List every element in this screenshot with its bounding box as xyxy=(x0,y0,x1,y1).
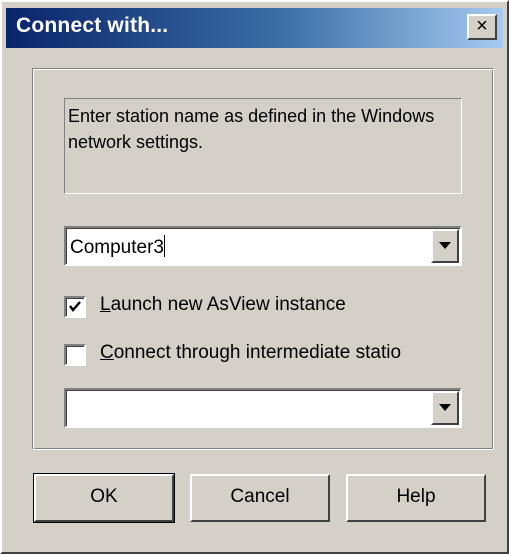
launch-instance-mnemonic: L xyxy=(100,294,111,315)
title-bar[interactable]: Connect with... × xyxy=(6,8,503,48)
intermediate-station-mnemonic: C xyxy=(100,342,114,363)
checkmark-icon xyxy=(69,301,81,312)
help-button[interactable]: Help xyxy=(346,474,486,522)
cancel-button[interactable]: Cancel xyxy=(190,474,330,522)
station-name-dropdown-button[interactable] xyxy=(431,229,459,263)
station-name-input[interactable]: Computer3 xyxy=(70,235,165,259)
close-icon: × xyxy=(476,15,488,37)
intermediate-station-label: Connect through intermediate statio xyxy=(100,342,401,364)
intermediate-station-label-text: onnect through intermediate statio xyxy=(113,342,402,363)
station-name-value: Computer3 xyxy=(70,237,164,258)
ok-button[interactable]: OK xyxy=(33,473,175,523)
intermediate-station-dropdown-button[interactable] xyxy=(431,391,459,425)
intermediate-station-checkbox[interactable] xyxy=(64,344,86,366)
dialog-title: Connect with... xyxy=(16,14,169,37)
chevron-down-icon xyxy=(439,404,451,411)
station-name-combo[interactable]: Computer3 xyxy=(64,226,462,266)
close-button[interactable]: × xyxy=(467,14,497,40)
launch-instance-checkbox[interactable] xyxy=(64,296,86,318)
launch-instance-label-text: aunch new AsView instance xyxy=(110,294,346,315)
launch-instance-label: Launch new AsView instance xyxy=(100,294,346,316)
connect-dialog: Connect with... × Enter station name as … xyxy=(0,0,509,554)
intermediate-station-combo[interactable] xyxy=(64,388,462,428)
chevron-down-icon xyxy=(439,242,451,249)
text-caret xyxy=(164,235,165,257)
info-text: Enter station name as defined in the Win… xyxy=(64,98,462,194)
